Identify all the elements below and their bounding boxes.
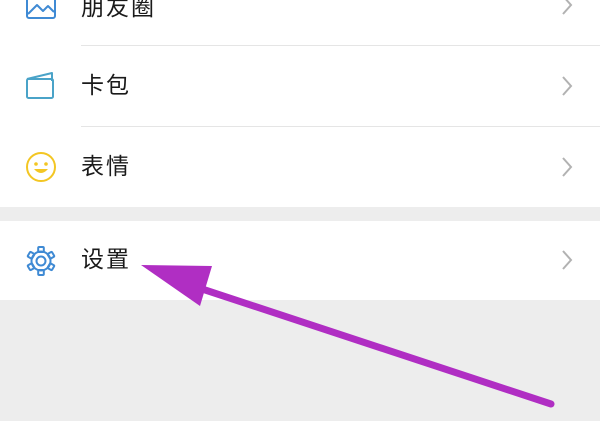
- smiley-face-icon: [26, 152, 56, 182]
- menu-group-main: 朋友圈 卡包 表情: [0, 0, 600, 207]
- menu-item-stickers[interactable]: 表情: [0, 127, 600, 207]
- menu-item-label: 设置: [81, 247, 131, 273]
- card-wallet-icon: [26, 72, 54, 99]
- chevron-right-icon: [562, 157, 573, 177]
- menu-item-label: 表情: [81, 154, 131, 180]
- menu-group-settings: 设置: [0, 221, 600, 300]
- chevron-right-icon: [562, 250, 573, 270]
- chevron-right-icon: [562, 76, 573, 96]
- menu-item-moments[interactable]: 朋友圈: [0, 0, 600, 46]
- gear-icon: [26, 246, 56, 276]
- menu-item-settings[interactable]: 设置: [0, 221, 600, 300]
- chevron-right-icon: [562, 0, 573, 15]
- album-icon: [26, 0, 56, 19]
- menu-item-label: 卡包: [81, 73, 131, 99]
- menu-item-label: 朋友圈: [81, 0, 156, 21]
- menu-item-card-wallet[interactable]: 卡包: [0, 46, 600, 126]
